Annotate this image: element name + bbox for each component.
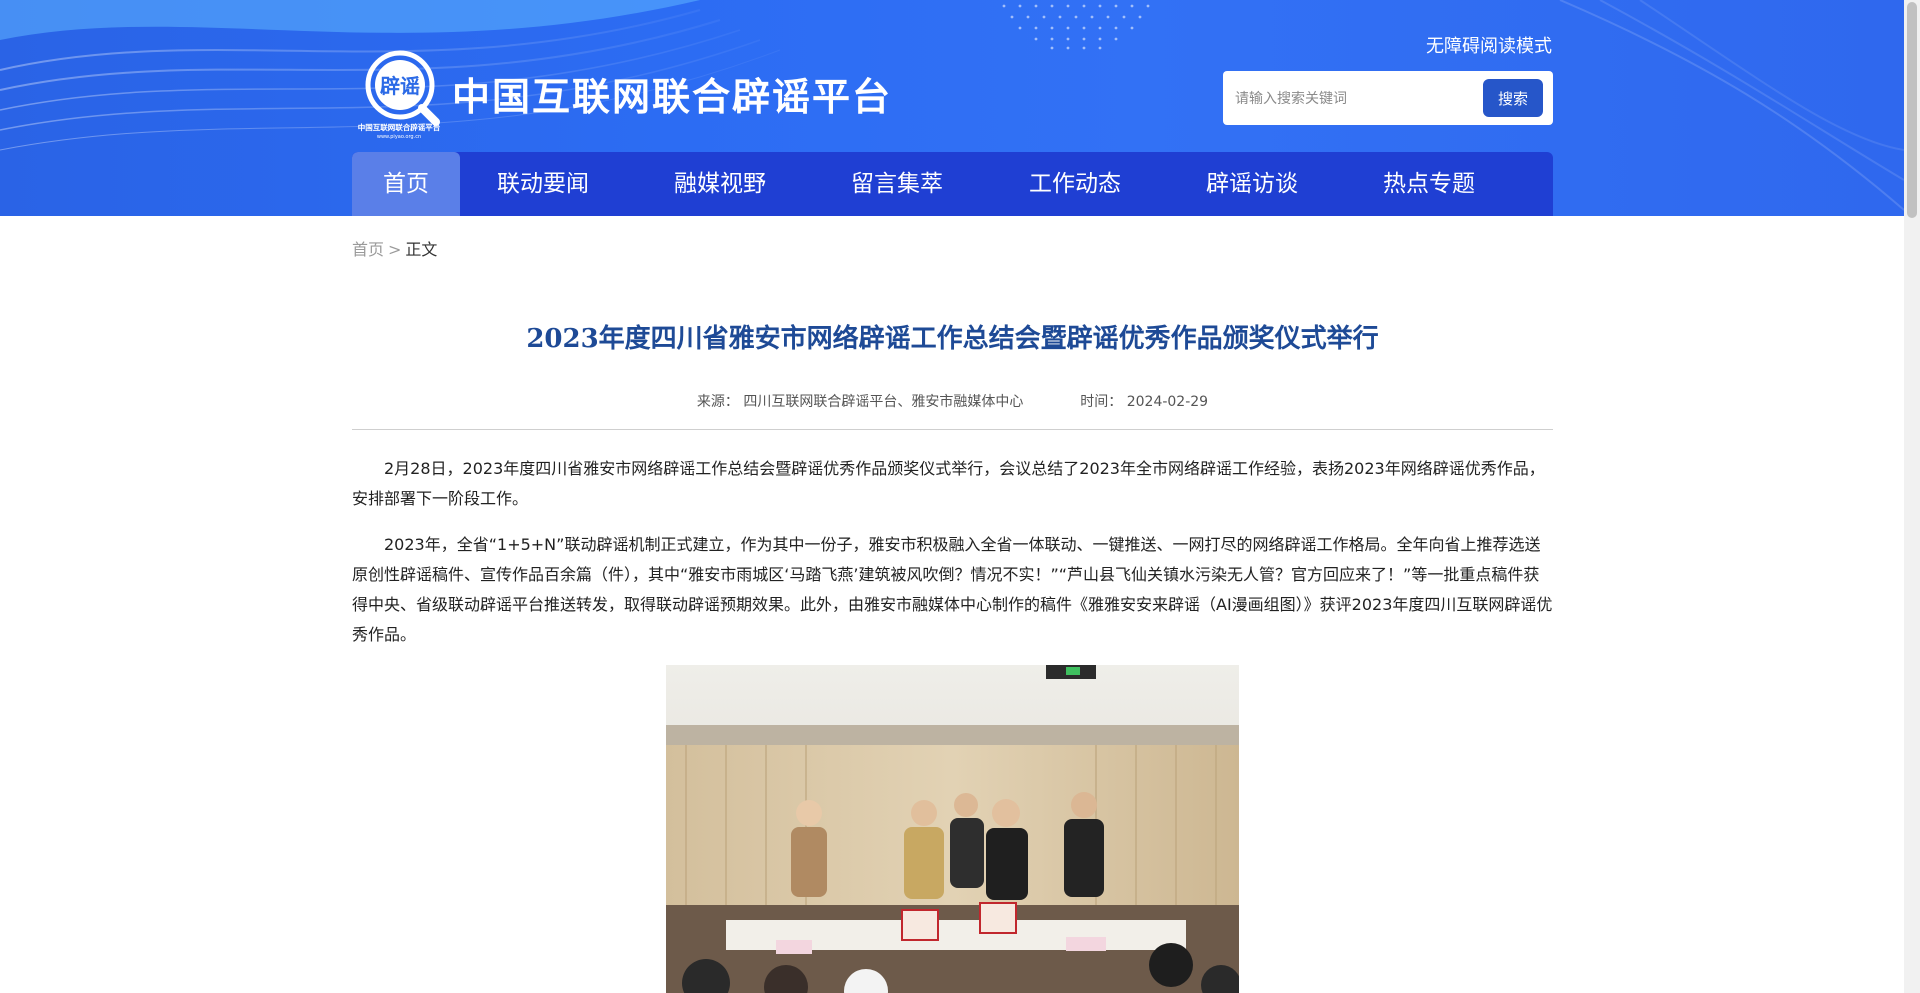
accessibility-mode-link[interactable]: 无障碍阅读模式 xyxy=(1426,32,1552,58)
nav-item-work-updates[interactable]: 工作动态 xyxy=(1010,152,1140,216)
vertical-scrollbar[interactable] xyxy=(1904,0,1920,993)
main-nav: 首页 联动要闻 融媒视野 留言集萃 工作动态 辟谣访谈 热点专题 xyxy=(352,152,1553,216)
logo-caption: 中国互联网联合辟谣平台 xyxy=(358,122,441,132)
time-label: 时间： xyxy=(1080,394,1123,410)
breadcrumb-home-link[interactable]: 首页 xyxy=(352,240,384,259)
article-time: 2024-02-29 xyxy=(1126,394,1209,410)
breadcrumb-current: 正文 xyxy=(405,240,438,259)
search-button[interactable]: 搜索 xyxy=(1483,79,1543,117)
scrollbar-thumb[interactable] xyxy=(1907,2,1917,218)
nav-item-messages[interactable]: 留言集萃 xyxy=(832,152,962,216)
page: 辟谣 中国互联网联合辟谣平台 www.piyao.org.cn 中国互联网联合辟… xyxy=(0,0,1904,993)
nav-item-interviews[interactable]: 辟谣访谈 xyxy=(1187,152,1317,216)
nav-item-linked-news[interactable]: 联动要闻 xyxy=(478,152,608,216)
nav-item-home[interactable]: 首页 xyxy=(352,152,460,216)
article-paragraph: 2月28日，2023年度四川省雅安市网络辟谣工作总结会暨辟谣优秀作品颁奖仪式举行… xyxy=(352,459,1545,508)
breadcrumb: 首页 > 正文 xyxy=(352,236,437,260)
article-meta: 来源： 四川互联网联合辟谣平台、雅安市融媒体中心 时间： 2024-02-29 xyxy=(352,391,1553,411)
nav-item-media-vision[interactable]: 融媒视野 xyxy=(655,152,785,216)
search-box: 搜索 xyxy=(1223,71,1553,125)
logo-text: 辟谣 xyxy=(380,74,420,98)
article-paragraph: 2023年，全省“1+5+N”联动辟谣机制正式建立，作为其中一份子，雅安市积极融… xyxy=(352,535,1553,644)
breadcrumb-separator: > xyxy=(388,240,402,259)
site-header: 辟谣 中国互联网联合辟谣平台 www.piyao.org.cn 中国互联网联合辟… xyxy=(0,0,1904,216)
source-label: 来源： xyxy=(696,394,739,410)
search-input[interactable] xyxy=(1233,81,1467,117)
dot-pattern xyxy=(1002,4,1150,50)
article-title: 2023年度四川省雅安市网络辟谣工作总结会暨辟谣优秀作品颁奖仪式举行 xyxy=(526,324,1379,354)
nav-item-hot-topics[interactable]: 热点专题 xyxy=(1364,152,1494,216)
logo-url: www.piyao.org.cn xyxy=(377,134,421,140)
site-logo[interactable]: 辟谣 中国互联网联合辟谣平台 www.piyao.org.cn xyxy=(352,48,446,140)
site-title[interactable]: 中国互联网联合辟谣平台 xyxy=(452,66,892,121)
award-ceremony-photo xyxy=(666,665,1239,993)
article-source: 四川互联网联合辟谣平台、雅安市融媒体中心 xyxy=(743,394,1024,410)
title-divider xyxy=(352,429,1553,430)
